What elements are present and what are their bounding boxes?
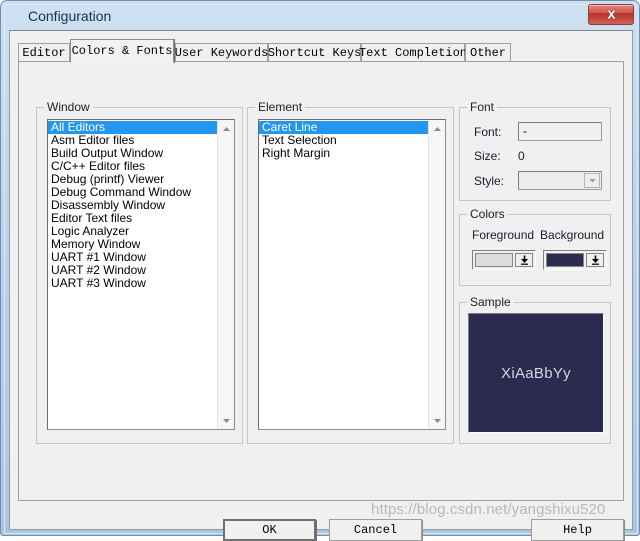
font-label: Font: — [474, 125, 502, 139]
tab-text-completion[interactable]: Text Completion — [358, 43, 468, 62]
tab-label: Editor — [22, 46, 66, 60]
cancel-button[interactable]: Cancel — [329, 519, 422, 541]
ok-button-label: OK — [262, 523, 277, 537]
scroll-down-icon[interactable] — [218, 412, 234, 429]
help-button-label: Help — [563, 523, 592, 537]
window-list-items: All Editors Asm Editor files Build Outpu… — [48, 120, 217, 429]
style-combobox[interactable] — [518, 171, 602, 190]
sample-text: XiAaBbYy — [501, 364, 571, 382]
tab-page-colors-and-fonts: Window All Editors Asm Editor files Buil… — [18, 61, 624, 501]
tab-label: Other — [470, 46, 507, 60]
element-list-scrollbar[interactable] — [428, 120, 445, 429]
close-button[interactable] — [588, 4, 634, 25]
tab-other[interactable]: Other — [465, 43, 511, 62]
scroll-down-icon[interactable] — [429, 412, 445, 429]
size-value: 0 — [518, 149, 525, 163]
configuration-dialog: Configuration Editor Colors & Fonts User… — [0, 0, 640, 541]
font-input[interactable]: - — [518, 122, 602, 141]
background-color-picker[interactable] — [543, 250, 607, 270]
foreground-label: Foreground — [472, 228, 535, 242]
element-group: Element Caret Line Text Selection Right … — [247, 100, 454, 444]
foreground-dropdown-icon[interactable] — [515, 253, 533, 267]
sample-group: Sample XiAaBbYy — [459, 295, 611, 444]
ok-button[interactable]: OK — [223, 519, 316, 541]
chevron-down-icon[interactable] — [584, 173, 600, 188]
window-listbox[interactable]: All Editors Asm Editor files Build Outpu… — [47, 119, 235, 430]
colors-group-title: Colors — [467, 207, 508, 221]
scroll-up-icon[interactable] — [429, 120, 445, 137]
tab-label: Colors & Fonts — [71, 44, 173, 58]
font-group: Font Font: - Size: 0 Style: — [459, 100, 611, 201]
size-label: Size: — [474, 149, 501, 163]
background-color-swatch[interactable] — [546, 253, 584, 267]
tab-editor[interactable]: Editor — [18, 43, 70, 62]
element-group-title: Element — [255, 100, 306, 114]
scroll-up-icon[interactable] — [218, 120, 234, 137]
colors-group: Colors Foreground Background — [459, 207, 611, 286]
sample-preview: XiAaBbYy — [468, 313, 604, 433]
tab-label: User Keywords — [174, 46, 269, 60]
background-label: Background — [540, 228, 605, 242]
foreground-color-picker[interactable] — [472, 250, 536, 270]
tab-label: Text Completion — [358, 46, 468, 60]
window-title: Configuration — [28, 8, 112, 24]
list-item[interactable]: UART #3 Window — [48, 277, 217, 290]
help-button[interactable]: Help — [531, 519, 624, 541]
tab-strip: Editor Colors & Fonts User Keywords Shor… — [18, 39, 624, 63]
cancel-button-label: Cancel — [353, 523, 398, 537]
window-group-title: Window — [44, 100, 93, 114]
font-group-title: Font — [467, 100, 498, 114]
title-bar[interactable]: Configuration — [2, 2, 640, 30]
sample-group-title: Sample — [467, 295, 514, 309]
style-label: Style: — [474, 174, 505, 188]
foreground-color-swatch[interactable] — [475, 253, 513, 267]
dialog-client-area: Editor Colors & Fonts User Keywords Shor… — [9, 30, 633, 541]
element-listbox[interactable]: Caret Line Text Selection Right Margin — [258, 119, 446, 430]
tab-shortcut-keys[interactable]: Shortcut Keys — [268, 43, 361, 62]
tab-label: Shortcut Keys — [267, 46, 362, 60]
window-list-scrollbar[interactable] — [217, 120, 234, 429]
background-dropdown-icon[interactable] — [586, 253, 604, 267]
element-list-items: Caret Line Text Selection Right Margin — [259, 120, 428, 429]
list-item[interactable]: Right Margin — [259, 147, 428, 160]
tab-colors-and-fonts[interactable]: Colors & Fonts — [70, 39, 174, 63]
tab-user-keywords[interactable]: User Keywords — [175, 43, 268, 62]
window-group: Window All Editors Asm Editor files Buil… — [36, 100, 243, 444]
